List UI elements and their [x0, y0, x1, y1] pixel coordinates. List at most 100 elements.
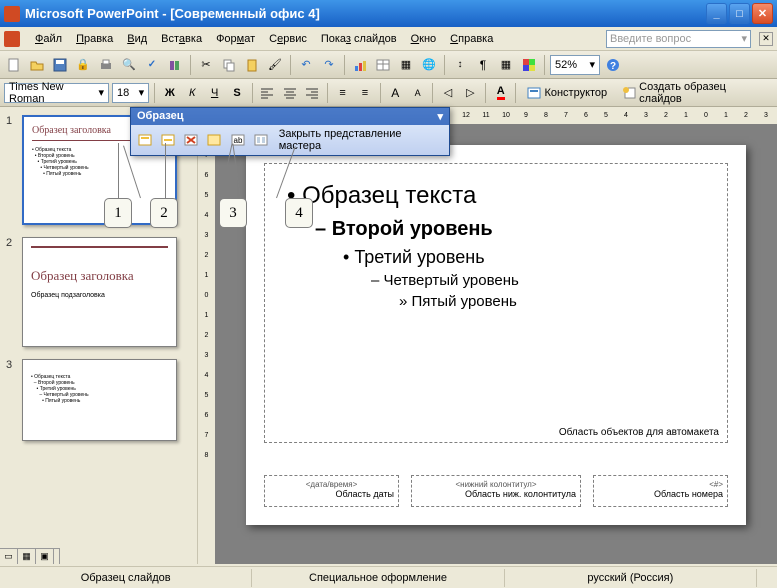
font-color-icon[interactable]: A [491, 83, 510, 103]
zoom-select[interactable]: 52%▾ [550, 55, 600, 75]
slide-thumbnails-panel: 1 Образец заголовка • Образец текста • В… [0, 107, 198, 564]
increase-font-icon[interactable]: A [386, 83, 405, 103]
print-icon[interactable] [96, 55, 116, 75]
align-center-icon[interactable] [280, 83, 299, 103]
master-layout-icon[interactable] [251, 130, 270, 150]
callout-4: 4 [285, 198, 313, 228]
color-grayscale-icon[interactable] [519, 55, 539, 75]
decrease-indent-icon[interactable]: ◁ [438, 83, 457, 103]
float-toolbar-dropdown-icon[interactable]: ▾ [437, 110, 443, 123]
callout-3: 3 [219, 198, 247, 228]
insert-title-master-icon[interactable] [158, 130, 177, 150]
callout-2: 2 [150, 198, 178, 228]
format-painter-icon[interactable]: 🖌 [265, 55, 285, 75]
formatting-toolbar: Times New Roman▾ 18▾ Ж К Ч S ≡ ≡ A A ◁ ▷… [0, 79, 777, 107]
status-language: русский (Россия) [505, 569, 757, 587]
italic-icon[interactable]: К [183, 83, 202, 103]
thumbnail-number: 3 [6, 359, 16, 441]
float-toolbar-title: Образец [137, 110, 184, 123]
svg-text:ab: ab [233, 136, 242, 145]
delete-master-icon[interactable] [182, 130, 201, 150]
paste-icon[interactable] [242, 55, 262, 75]
preview-icon[interactable]: 🔍 [119, 55, 139, 75]
bullets-icon[interactable]: ≡ [355, 83, 374, 103]
minimize-button[interactable]: _ [706, 3, 727, 24]
align-right-icon[interactable] [302, 83, 321, 103]
permission-icon[interactable]: 🔒 [73, 55, 93, 75]
design-button[interactable]: Конструктор [521, 83, 613, 103]
menu-format[interactable]: Формат [209, 30, 262, 48]
menu-slideshow[interactable]: Показ слайдов [314, 30, 404, 48]
sorter-view-icon[interactable]: ▦ [18, 549, 36, 564]
undo-icon[interactable]: ↶ [296, 55, 316, 75]
new-icon[interactable] [4, 55, 24, 75]
view-buttons: ▭ ▦ ▣ [0, 548, 60, 564]
master-floating-toolbar[interactable]: Образец ▾ ab Закрыть представление масте… [130, 107, 450, 156]
decrease-font-icon[interactable]: A [408, 83, 427, 103]
thumbnail-number: 1 [6, 115, 16, 225]
save-icon[interactable] [50, 55, 70, 75]
menu-edit[interactable]: Правка [69, 30, 120, 48]
menu-help[interactable]: Справка [443, 30, 500, 48]
app-menu-icon[interactable] [4, 31, 20, 47]
insert-slide-master-icon[interactable] [135, 130, 154, 150]
insert-chart-icon[interactable] [350, 55, 370, 75]
preserve-master-icon[interactable] [205, 130, 224, 150]
numbering-icon[interactable]: ≡ [333, 83, 352, 103]
close-button[interactable]: ✕ [752, 3, 773, 24]
cut-icon[interactable]: ✂ [196, 55, 216, 75]
design-icon [527, 86, 541, 100]
object-area-label: Область объектов для автомакета [559, 427, 719, 438]
bold-icon[interactable]: Ж [160, 83, 179, 103]
font-select[interactable]: Times New Roman▾ [4, 83, 109, 103]
text-placeholder[interactable]: • Образец текста – Второй уровень • Трет… [264, 163, 728, 443]
font-size-select[interactable]: 18▾ [112, 83, 149, 103]
new-slide-icon [622, 86, 636, 100]
slide-thumbnail[interactable]: Образец заголовка Образец подзаголовка [22, 237, 177, 347]
callout-1: 1 [104, 198, 132, 228]
show-grid-icon[interactable]: ▦ [496, 55, 516, 75]
new-slide-master-button[interactable]: Создать образец слайдов [616, 83, 773, 103]
slideshow-view-icon[interactable]: ▣ [36, 549, 54, 564]
insert-hyperlink-icon[interactable]: 🌐 [419, 55, 439, 75]
research-icon[interactable] [165, 55, 185, 75]
slide-thumbnail[interactable]: • Образец текста – Второй уровень • Трет… [22, 359, 177, 441]
date-placeholder[interactable]: <дата/время> Область даты [264, 475, 399, 507]
redo-icon[interactable]: ↷ [319, 55, 339, 75]
align-left-icon[interactable] [258, 83, 277, 103]
footer-placeholder[interactable]: <нижний колонтитул> Область ниж. колонти… [411, 475, 581, 507]
spellcheck-icon[interactable]: ✓ [142, 55, 162, 75]
maximize-button[interactable]: □ [729, 3, 750, 24]
status-design: Специальное оформление [252, 569, 504, 587]
underline-icon[interactable]: Ч [205, 83, 224, 103]
svg-text:?: ? [610, 61, 616, 72]
menu-file[interactable]: Файл [28, 30, 69, 48]
insert-table-icon[interactable] [373, 55, 393, 75]
increase-indent-icon[interactable]: ▷ [461, 83, 480, 103]
tables-borders-icon[interactable]: ▦ [396, 55, 416, 75]
main-area: 1 Образец заголовка • Образец текста • В… [0, 107, 777, 564]
thumbnail-number: 2 [6, 237, 16, 347]
number-placeholder[interactable]: <#> Область номера [593, 475, 728, 507]
status-slide: Образец слайдов [0, 569, 252, 587]
copy-icon[interactable] [219, 55, 239, 75]
menu-window[interactable]: Окно [404, 30, 444, 48]
window-title: Microsoft PowerPoint - [Современный офис… [25, 6, 706, 21]
standard-toolbar: 🔒 🔍 ✓ ✂ 🖌 ↶ ↷ ▦ 🌐 ↕ ¶ ▦ 52%▾ ? [0, 51, 777, 79]
help-icon[interactable]: ? [603, 55, 623, 75]
shadow-icon[interactable]: S [227, 83, 246, 103]
menu-tools[interactable]: Сервис [262, 30, 314, 48]
close-master-view-button[interactable]: Закрыть представление мастера [275, 128, 445, 152]
doc-close-button[interactable]: ✕ [759, 32, 773, 46]
normal-view-icon[interactable]: ▭ [0, 549, 18, 564]
slide-canvas[interactable]: • Образец текста – Второй уровень • Трет… [246, 145, 746, 525]
help-search-input[interactable]: Введите вопрос▾ [606, 30, 751, 48]
expand-all-icon[interactable]: ↕ [450, 55, 470, 75]
open-icon[interactable] [27, 55, 47, 75]
menu-bar: Файл Правка Вид Вставка Формат Сервис По… [0, 27, 777, 51]
show-formatting-icon[interactable]: ¶ [473, 55, 493, 75]
title-bar: Microsoft PowerPoint - [Современный офис… [0, 0, 777, 27]
menu-view[interactable]: Вид [120, 30, 154, 48]
vertical-ruler[interactable]: 87654321012345678 [198, 125, 216, 564]
menu-insert[interactable]: Вставка [154, 30, 209, 48]
